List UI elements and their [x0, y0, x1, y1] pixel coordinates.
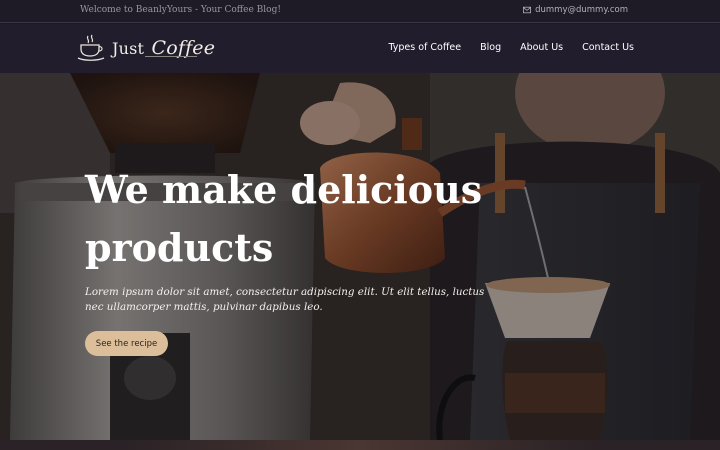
- nav-blog[interactable]: Blog: [480, 42, 501, 53]
- next-section-edge: [0, 440, 720, 450]
- site-logo[interactable]: Just Coffee: [76, 34, 215, 62]
- coffee-cup-icon: [77, 34, 105, 61]
- top-bar: Welcome to BeanlyYours - Your Coffee Blo…: [0, 0, 720, 23]
- nav-types-of-coffee[interactable]: Types of Coffee: [388, 42, 461, 53]
- welcome-text: Welcome to BeanlyYours - Your Coffee Blo…: [80, 5, 281, 15]
- logo-underline: [145, 56, 197, 57]
- email-text: dummy@dummy.com: [535, 5, 628, 15]
- hero-section: We make delicious products Lorem ipsum d…: [0, 73, 720, 440]
- hero-title-line-2: products: [85, 225, 274, 270]
- hero-title-line-1: We make delicious: [85, 167, 483, 212]
- logo-word: Just: [112, 39, 145, 58]
- section-edge-glow: [120, 440, 600, 450]
- nav-contact-us[interactable]: Contact Us: [582, 42, 634, 53]
- mail-icon: [523, 6, 532, 14]
- see-recipe-button[interactable]: See the recipe: [85, 331, 168, 356]
- nav-about-us[interactable]: About Us: [520, 42, 563, 53]
- hero-description: Lorem ipsum dolor sit amet, consectetur …: [85, 286, 485, 313]
- contact-email[interactable]: dummy@dummy.com: [523, 5, 628, 15]
- primary-nav: Types of Coffee Blog About Us Contact Us: [388, 42, 634, 53]
- hero-title: We make delicious products: [85, 161, 505, 277]
- main-navbar: Just Coffee Types of Coffee Blog About U…: [0, 24, 720, 73]
